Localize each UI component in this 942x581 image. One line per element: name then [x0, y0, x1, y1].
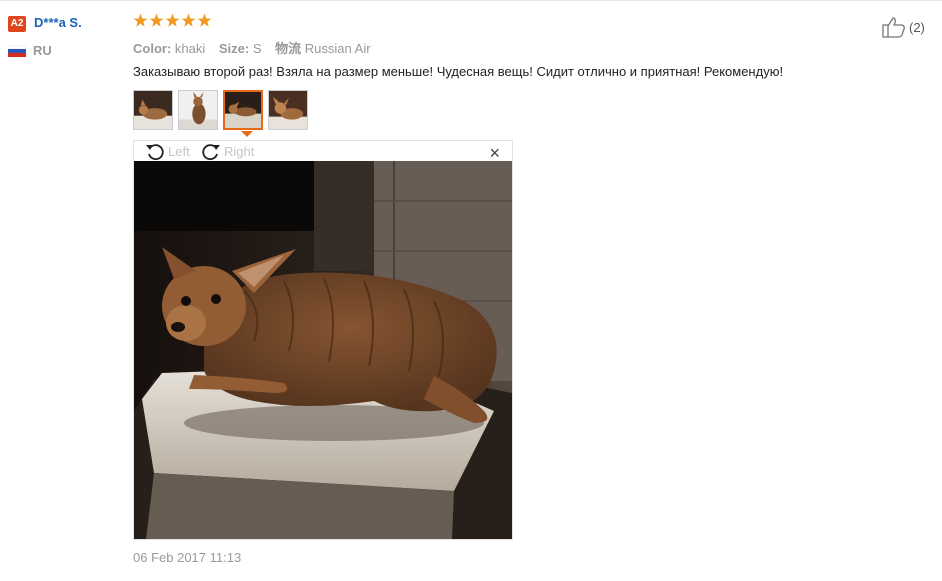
rotate-right-icon	[202, 144, 220, 161]
helpful-button[interactable]: (2)	[882, 16, 925, 38]
shipping-value: Russian Air	[304, 41, 371, 56]
color-label: Color:	[133, 41, 172, 56]
review-photo-thumbnails	[133, 90, 308, 130]
rotate-left-button[interactable]: Left	[144, 141, 190, 161]
shipping-label: 物流	[275, 41, 302, 56]
order-attributes: Color: khaki Size: S 物流 Russian Air	[133, 38, 371, 57]
review-text: Заказываю второй раз! Взяла на размер ме…	[133, 64, 784, 79]
top-divider	[0, 0, 942, 1]
rotate-left-label: Left	[168, 143, 190, 159]
helpful-count: (2)	[909, 19, 925, 35]
russia-flag-icon	[8, 45, 26, 57]
review-photo	[134, 161, 512, 539]
reviewer-country: RU	[33, 43, 52, 58]
star-icon	[197, 13, 212, 27]
star-icon	[149, 13, 164, 27]
level-badge: A2	[8, 16, 26, 32]
star-icon	[181, 13, 196, 27]
rotate-right-button[interactable]: Right	[200, 141, 254, 161]
photo-thumbnail[interactable]	[133, 90, 173, 130]
photo-thumbnail[interactable]	[178, 90, 218, 130]
star-icon	[133, 13, 148, 27]
photo-thumbnail[interactable]	[268, 90, 308, 130]
photo-thumbnail-selected[interactable]	[223, 90, 263, 130]
close-viewer-button[interactable]: ×	[489, 144, 500, 162]
reviewer-name[interactable]: D***a S.	[34, 15, 82, 30]
size-label: Size:	[218, 41, 250, 56]
rotate-right-label: Right	[224, 143, 255, 159]
review-date: 06 Feb 2017 11:13	[133, 550, 242, 565]
color-value: khaki	[174, 41, 206, 56]
rating-stars	[133, 13, 212, 28]
rotate-left-icon	[146, 144, 164, 161]
thumbs-up-icon	[882, 17, 905, 38]
photo-viewer: Left Right ×	[133, 140, 513, 540]
star-icon	[165, 13, 180, 27]
size-value: S	[252, 41, 262, 56]
selected-thumbnail-pointer	[241, 131, 253, 137]
viewer-toolbar: Left Right ×	[134, 141, 512, 162]
